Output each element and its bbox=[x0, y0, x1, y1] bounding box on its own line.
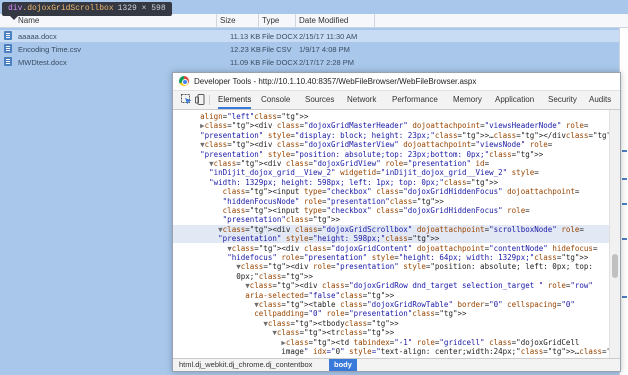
column-header-name[interactable]: Name bbox=[18, 16, 39, 25]
devtools-window: Developer Tools - http://10.1.10.40:8357… bbox=[172, 72, 621, 372]
file-name: aaaaa.docx bbox=[18, 32, 57, 41]
file-size: 11.09 KB bbox=[230, 58, 261, 67]
dom-tree-line[interactable]: ▼class="tg"><div role="presentation" sty… bbox=[173, 262, 609, 271]
dom-breadcrumbs: html.dj_webkit.dj_chrome.dj_contentbox b… bbox=[173, 358, 620, 371]
tab-performance[interactable]: Performance bbox=[392, 91, 438, 109]
file-date: 2/17/17 2:28 PM bbox=[299, 58, 355, 67]
edge-marker bbox=[622, 238, 627, 240]
file-date: 2/15/17 11:30 AM bbox=[299, 32, 358, 41]
toolbar-separator bbox=[209, 95, 210, 105]
tab-memory[interactable]: Memory bbox=[453, 91, 482, 109]
dom-tree-line[interactable]: class="tg"><input type="checkbox" class=… bbox=[173, 206, 609, 215]
tab-network[interactable]: Network bbox=[347, 91, 376, 109]
tab-application[interactable]: Application bbox=[495, 91, 534, 109]
dom-tree-line[interactable]: ▼class="tg"><table class="dojoxGridRowTa… bbox=[173, 300, 609, 309]
dom-tree-line[interactable]: "hiddenFocusNode" role="presentation"cla… bbox=[173, 197, 609, 206]
dom-tree-line[interactable]: ▼class="tg"><tbodyclass="tg">> bbox=[173, 319, 609, 328]
tooltip-dimensions: 1329 × 598 bbox=[117, 4, 166, 13]
dom-tree-line[interactable]: "width: 1329px; height: 598px; left: 1px… bbox=[173, 178, 609, 187]
tab-security[interactable]: Security bbox=[548, 91, 577, 109]
tooltip-arrow bbox=[10, 16, 18, 20]
file-type: File CSV bbox=[262, 45, 292, 54]
dom-tree-line[interactable]: ▶class="tg"><div class="dojoxGridMasterH… bbox=[173, 121, 609, 130]
tab-console[interactable]: Console bbox=[261, 91, 290, 109]
column-separator bbox=[216, 14, 217, 27]
document-icon bbox=[4, 31, 12, 40]
scrollbar-thumb[interactable] bbox=[612, 254, 618, 278]
file-type: File DOCX bbox=[262, 32, 298, 41]
dom-tree-line[interactable]: ▼class="tg"><div class="dojoxGridContent… bbox=[173, 244, 609, 253]
element-inspect-tooltip: div.dojoxGridScrollbox 1329 × 598 bbox=[2, 2, 172, 16]
chrome-icon bbox=[179, 76, 189, 86]
dom-tree-line[interactable]: ▼class="tg"><div class="dojoxGridRow dnd… bbox=[173, 281, 609, 290]
inspect-element-icon[interactable] bbox=[181, 94, 192, 105]
dom-tree-line[interactable]: "inDijit_dojox_grid__View_2" widgetid="i… bbox=[173, 168, 609, 177]
elements-scrollbar[interactable] bbox=[609, 110, 620, 358]
dom-tree-line[interactable]: ▼class="tg"><trclass="tg">> bbox=[173, 328, 609, 337]
column-header-type[interactable]: Type bbox=[262, 16, 279, 25]
dom-tree-line[interactable]: ▼class="tg"><div class="dojoxGridMasterV… bbox=[173, 140, 609, 149]
file-date: 1/9/17 4:08 PM bbox=[299, 45, 350, 54]
file-row[interactable]: Encoding Time.csv 12.23 KB File CSV 1/9/… bbox=[0, 43, 628, 55]
dom-tree-line[interactable]: cellpadding="0" role="presentation"class… bbox=[173, 309, 609, 318]
tooltip-tag: div bbox=[8, 4, 23, 13]
dom-tree-line[interactable]: align="left"class="tg">> bbox=[173, 112, 609, 121]
device-toolbar-icon[interactable] bbox=[195, 94, 206, 105]
edge-marker bbox=[622, 296, 627, 298]
dom-tree-line[interactable]: 0px;"class="tg">> bbox=[173, 272, 609, 281]
edge-marker bbox=[622, 150, 627, 152]
devtools-toolbar: Elements Console Sources Network Perform… bbox=[173, 91, 620, 110]
file-type: File DOCX bbox=[262, 58, 298, 67]
tooltip-class: .dojoxGridScrollbox bbox=[22, 4, 114, 13]
dom-tree-line[interactable]: aria-selected="false"class="tg">> bbox=[173, 291, 609, 300]
edge-marker bbox=[622, 178, 627, 180]
file-name: MWDtest.docx bbox=[18, 58, 67, 67]
column-separator bbox=[374, 14, 375, 27]
tab-elements[interactable]: Elements bbox=[218, 91, 252, 109]
devtools-titlebar[interactable]: Developer Tools - http://10.1.10.40:8357… bbox=[173, 73, 620, 91]
breadcrumb-html[interactable]: html.dj_webkit.dj_chrome.dj_contentbox bbox=[179, 359, 312, 371]
dom-tree-line[interactable]: "hidefocus" role="presentation" style="h… bbox=[173, 253, 609, 262]
file-list-header: Name Size Type Date Modified bbox=[0, 14, 628, 28]
document-icon bbox=[4, 57, 12, 66]
file-row[interactable]: aaaaa.docx 11.13 KB File DOCX 2/15/17 11… bbox=[0, 30, 628, 42]
file-row[interactable]: MWDtest.docx 11.09 KB File DOCX 2/17/17 … bbox=[0, 56, 628, 68]
dom-tree-line[interactable]: ▼class="tg"><div class="dojoxGridScrollb… bbox=[173, 224, 609, 234]
dom-tree-line[interactable]: "presentation" style="display: block; he… bbox=[173, 131, 609, 140]
dom-tree-line[interactable]: ▼class="tg"><div class="dojoxGridView" r… bbox=[173, 159, 609, 168]
dom-tree-line[interactable]: class="tg"><input type="checkbox" class=… bbox=[173, 187, 609, 196]
file-name: Encoding Time.csv bbox=[18, 45, 81, 54]
column-header-size[interactable]: Size bbox=[220, 16, 236, 25]
tab-audits[interactable]: Audits bbox=[589, 91, 611, 109]
dom-tree-line[interactable]: image" idx="0" style="text-align: center… bbox=[173, 347, 609, 356]
column-separator bbox=[295, 14, 296, 27]
dom-tree-line[interactable]: ▶class="tg"><td tabindex="-1" role="grid… bbox=[173, 338, 609, 347]
dom-tree-line[interactable]: "presentation" style="position: absolute… bbox=[173, 150, 609, 159]
breadcrumb-body[interactable]: body bbox=[329, 359, 357, 371]
dom-tree-line[interactable]: "presentation"class="tg">> bbox=[173, 215, 609, 224]
devtools-title: Developer Tools - http://10.1.10.40:8357… bbox=[194, 77, 477, 86]
column-separator bbox=[258, 14, 259, 27]
column-header-date-modified[interactable]: Date Modified bbox=[299, 16, 348, 25]
document-icon bbox=[4, 44, 12, 53]
file-size: 11.13 KB bbox=[230, 32, 261, 41]
file-size: 12.23 KB bbox=[230, 45, 261, 54]
tab-sources[interactable]: Sources bbox=[305, 91, 334, 109]
elements-panel[interactable]: align="left"class="tg">> ▶class="tg"><di… bbox=[173, 110, 609, 358]
edge-marker bbox=[622, 203, 627, 205]
dom-tree-line[interactable]: "presentation" style="height: 598px;"cla… bbox=[173, 234, 609, 244]
